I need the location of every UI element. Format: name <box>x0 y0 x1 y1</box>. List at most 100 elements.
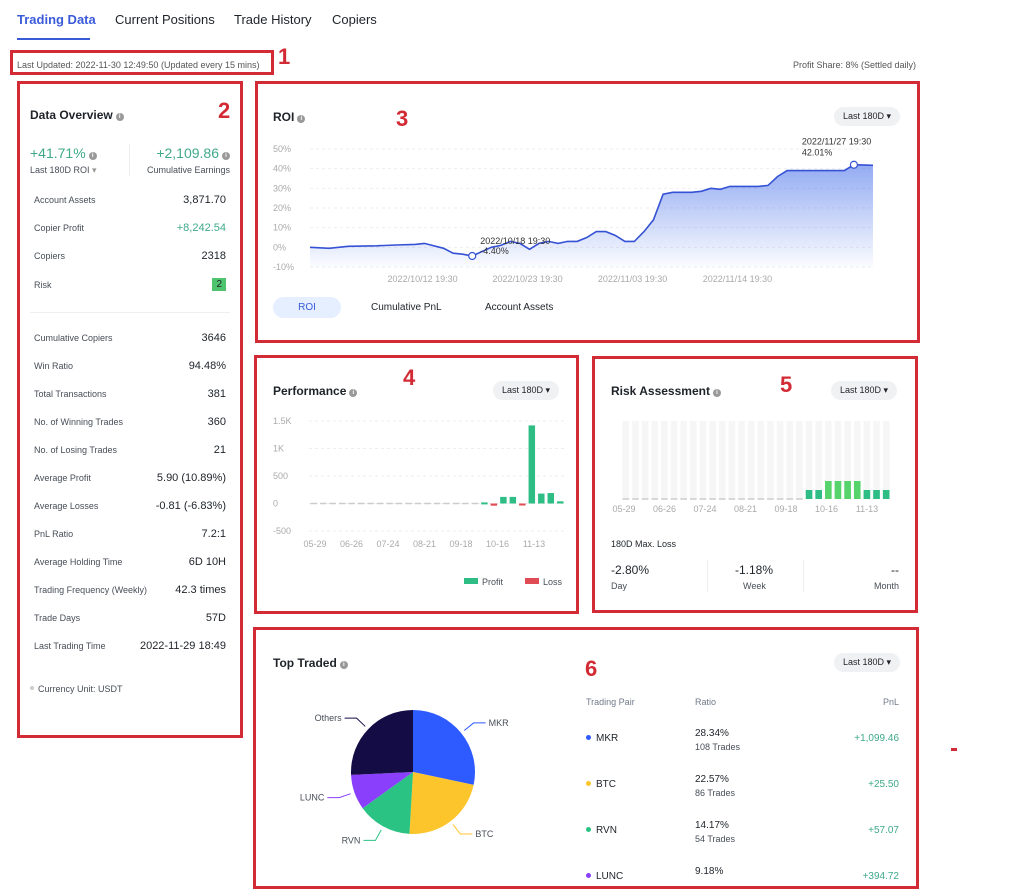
risk-bar-bg <box>661 421 668 499</box>
risk-bar-bg <box>776 421 784 499</box>
row-label: Account Assets <box>34 195 96 205</box>
pair-color-dot <box>586 873 591 878</box>
y-tick-label: 10% <box>273 223 291 233</box>
loss-bar <box>490 503 498 506</box>
x-tick-label: 06-26 <box>653 504 676 514</box>
profit-bar <box>547 493 555 504</box>
pair-pnl: +57.07 <box>868 825 899 836</box>
top-traded-period-select[interactable]: Last 180D <box>833 653 900 672</box>
risk-bar-bg <box>690 421 697 499</box>
risk-bar <box>815 490 822 499</box>
annotation-label-1: 1 <box>278 44 291 69</box>
overview-row: No. of Losing Trades 21 <box>34 444 226 456</box>
pie-label: BTC <box>475 829 494 839</box>
overview-row: Average Losses -0.81 (-6.83%) <box>34 500 226 512</box>
row-label: Trade Days <box>34 613 81 623</box>
active-tab-indicator <box>17 38 90 40</box>
max-loss-month-label: Month <box>873 581 899 591</box>
pie-slice-mkr <box>413 710 475 785</box>
pie-label-line <box>452 824 473 835</box>
subtab-account-assets[interactable]: Account Assets <box>485 302 553 313</box>
tab-trade-history[interactable]: Trade History <box>234 12 312 27</box>
annotation-mark <box>951 748 957 751</box>
roi-point-marker <box>849 160 859 169</box>
y-tick-label: 1K <box>273 444 284 454</box>
row-value: 7.2:1 <box>201 528 226 540</box>
y-tick-label: 500 <box>273 471 288 481</box>
overview-row: Last Trading Time 2022-11-29 18:49 <box>34 640 226 652</box>
overview-row: Average Holding Time 6D 10H <box>34 556 226 568</box>
risk-bar-bg <box>815 421 822 499</box>
max-loss-day-value: -2.80% <box>611 563 650 577</box>
roi-chart: 50% 40% 30% 20% 10% 0% -10% 2022/10/12 19:30 202… <box>273 137 874 284</box>
row-label: Average Profit <box>34 473 91 483</box>
annotation-label-2: 2 <box>218 98 231 123</box>
pie-label-line <box>327 793 351 799</box>
x-tick-label: 2022/11/14 19:30 <box>703 274 772 284</box>
roi-point-marker <box>468 251 477 261</box>
earnings-value: +2,109.86 i <box>156 145 230 161</box>
max-loss-day-label: Day <box>611 581 628 591</box>
risk-bar <box>873 490 880 499</box>
data-overview-card: Data Overview i +41.71% i Last 180D ROI ▾ … <box>22 86 238 734</box>
max-loss-week-label: Week <box>743 581 766 591</box>
currency-unit: Currency Unit: USDT <box>30 684 123 694</box>
pie-label-line <box>363 829 382 841</box>
x-tick-label: 2022/10/12 19:30 <box>388 274 458 284</box>
y-tick-label: 40% <box>273 164 291 174</box>
row-value: 360 <box>207 416 226 428</box>
tab-current-positions[interactable]: Current Positions <box>115 12 215 27</box>
overview-row: Average Profit 5.90 (10.89%) <box>34 472 226 484</box>
performance-card: Performancei Last 180D 1.5K1K5000-50005-… <box>259 360 575 610</box>
row-label: Risk <box>34 279 52 290</box>
overview-row: Trade Days 57D <box>34 612 226 624</box>
roi-card: ROIi Last 180D 50%40%30%20%10%0%-10%2022… <box>259 86 916 339</box>
subtab-roi[interactable]: ROI <box>273 297 341 318</box>
info-icon[interactable]: i <box>222 152 230 160</box>
row-value: -0.81 (-6.83%) <box>155 500 226 512</box>
tab-trading-data[interactable]: Trading Data <box>17 12 96 27</box>
pie-chart: MKR BTC RVN LUNC Others <box>300 710 509 845</box>
data-overview-title: Data Overview i <box>30 108 124 122</box>
subtab-cumulative-pnl[interactable]: Cumulative PnL <box>371 302 442 313</box>
y-tick-label: -500 <box>273 526 291 536</box>
pie-label: RVN <box>342 835 361 845</box>
row-label: Copiers <box>34 251 66 261</box>
roi-period-select[interactable]: Last 180D ROI ▾ <box>30 165 97 176</box>
risk-bar <box>853 481 861 499</box>
x-tick-label: 10-16 <box>815 504 838 514</box>
tab-copiers[interactable]: Copiers <box>332 12 377 27</box>
info-icon[interactable]: i <box>115 113 124 121</box>
legend-profit: Profit <box>464 577 503 587</box>
row-value: 381 <box>207 388 226 400</box>
x-tick-label: 05-29 <box>612 504 635 514</box>
pair-pnl: +394.72 <box>862 871 899 882</box>
x-tick-label: 07-24 <box>376 539 399 549</box>
annotation-label-5: 5 <box>780 372 793 397</box>
info-icon[interactable]: i <box>339 661 348 669</box>
caret-down-icon: ▾ <box>92 165 97 175</box>
risk-bar-bg <box>738 421 745 499</box>
profit-bar <box>481 502 488 505</box>
profit-swatch <box>464 578 478 584</box>
x-tick-label: 05-29 <box>303 539 326 549</box>
row-value: 5.90 (10.89%) <box>156 472 226 484</box>
row-label: PnL Ratio <box>34 529 74 539</box>
x-tick-label: 09-18 <box>774 504 797 514</box>
earnings-label: Cumulative Earnings <box>146 165 230 175</box>
overview-row: Total Transactions 381 <box>34 388 226 400</box>
pair-ratio: 28.34% <box>695 728 729 739</box>
row-value: 42.3 times <box>175 584 226 596</box>
row-label: Last Trading Time <box>34 641 106 651</box>
profit-bar <box>528 425 536 504</box>
info-icon[interactable]: i <box>88 152 97 160</box>
risk-bar-bg <box>757 421 765 499</box>
row-label: Cumulative Copiers <box>34 333 113 343</box>
x-tick-label: 2022/10/23 19:30 <box>493 274 563 284</box>
risk-bar-bg <box>747 421 755 499</box>
risk-chart: 05-29 06-26 07-24 08-21 09-18 10-16 11-13 <box>612 421 890 514</box>
row-value: +8,242.54 <box>176 222 226 234</box>
x-tick-label: 11-13 <box>523 539 545 549</box>
y-tick-label: -10% <box>273 262 294 272</box>
row-value: 57D <box>205 612 226 624</box>
